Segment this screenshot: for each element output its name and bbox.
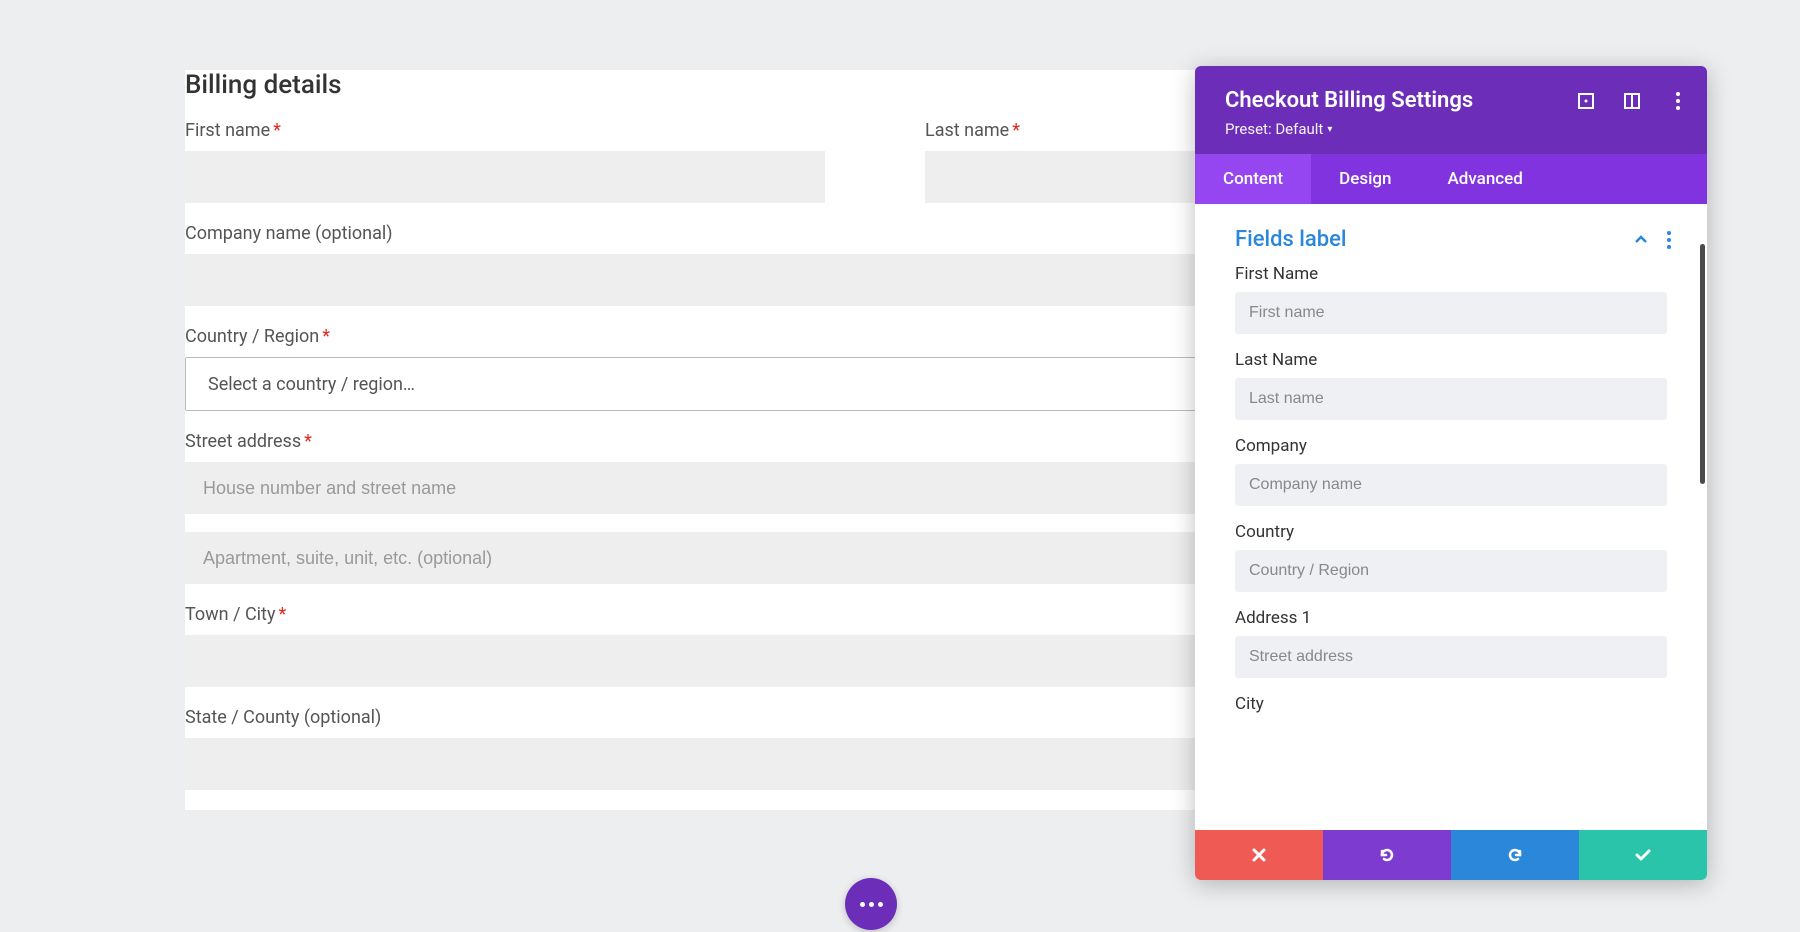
panel-label-first-name: First Name: [1235, 264, 1667, 284]
panel-field-country: Country: [1235, 522, 1667, 592]
tab-advanced[interactable]: Advanced: [1420, 154, 1551, 204]
dots-icon: [860, 902, 883, 907]
panel-input-company[interactable]: [1235, 464, 1667, 506]
settings-panel: Checkout Billing Settings Preset: Defaul…: [1195, 66, 1707, 880]
panel-label-address1: Address 1: [1235, 608, 1667, 628]
tab-design[interactable]: Design: [1311, 154, 1419, 204]
panel-label-country: Country: [1235, 522, 1667, 542]
required-asterisk: *: [1012, 120, 1020, 141]
required-asterisk: *: [304, 431, 312, 452]
panel-input-address1[interactable]: [1235, 636, 1667, 678]
panel-header: Checkout Billing Settings Preset: Defaul…: [1195, 66, 1707, 154]
collapse-icon[interactable]: [1633, 232, 1649, 248]
more-icon[interactable]: [1669, 92, 1687, 110]
required-asterisk: *: [273, 120, 281, 141]
panel-input-first-name[interactable]: [1235, 292, 1667, 334]
panel-tabs: Content Design Advanced: [1195, 154, 1707, 204]
panel-footer: [1195, 830, 1707, 880]
panel-field-last-name: Last Name: [1235, 350, 1667, 420]
panel-body: Fields label First Name Last Name Compan…: [1195, 204, 1707, 830]
panel-input-last-name[interactable]: [1235, 378, 1667, 420]
panel-field-first-name: First Name: [1235, 264, 1667, 334]
section-more-icon[interactable]: [1667, 231, 1671, 249]
panel-label-last-name: Last Name: [1235, 350, 1667, 370]
panel-label-city: City: [1235, 694, 1667, 714]
split-view-icon[interactable]: [1623, 92, 1641, 110]
required-asterisk: *: [278, 604, 286, 625]
panel-input-country[interactable]: [1235, 550, 1667, 592]
undo-button[interactable]: [1323, 830, 1451, 880]
builder-fab-button[interactable]: [845, 878, 897, 930]
tab-content[interactable]: Content: [1195, 154, 1311, 204]
required-asterisk: *: [322, 326, 330, 347]
country-select-placeholder: Select a country / region…: [208, 374, 415, 395]
section-title: Fields label: [1235, 227, 1347, 252]
first-name-block: First name*: [185, 120, 825, 203]
scrollbar-thumb[interactable]: [1700, 244, 1705, 484]
panel-label-company: Company: [1235, 436, 1667, 456]
panel-field-address1: Address 1: [1235, 608, 1667, 678]
panel-field-city: City: [1235, 694, 1667, 722]
cancel-button[interactable]: [1195, 830, 1323, 880]
first-name-label: First name*: [185, 120, 825, 141]
panel-field-company: Company: [1235, 436, 1667, 506]
redo-button[interactable]: [1451, 830, 1579, 880]
caret-down-icon: ▾: [1327, 124, 1332, 135]
expand-icon[interactable]: [1577, 92, 1595, 110]
section-header: Fields label: [1195, 222, 1707, 264]
save-button[interactable]: [1579, 830, 1707, 880]
preset-dropdown[interactable]: Preset: Default ▾: [1225, 120, 1332, 138]
first-name-input[interactable]: [185, 151, 825, 203]
